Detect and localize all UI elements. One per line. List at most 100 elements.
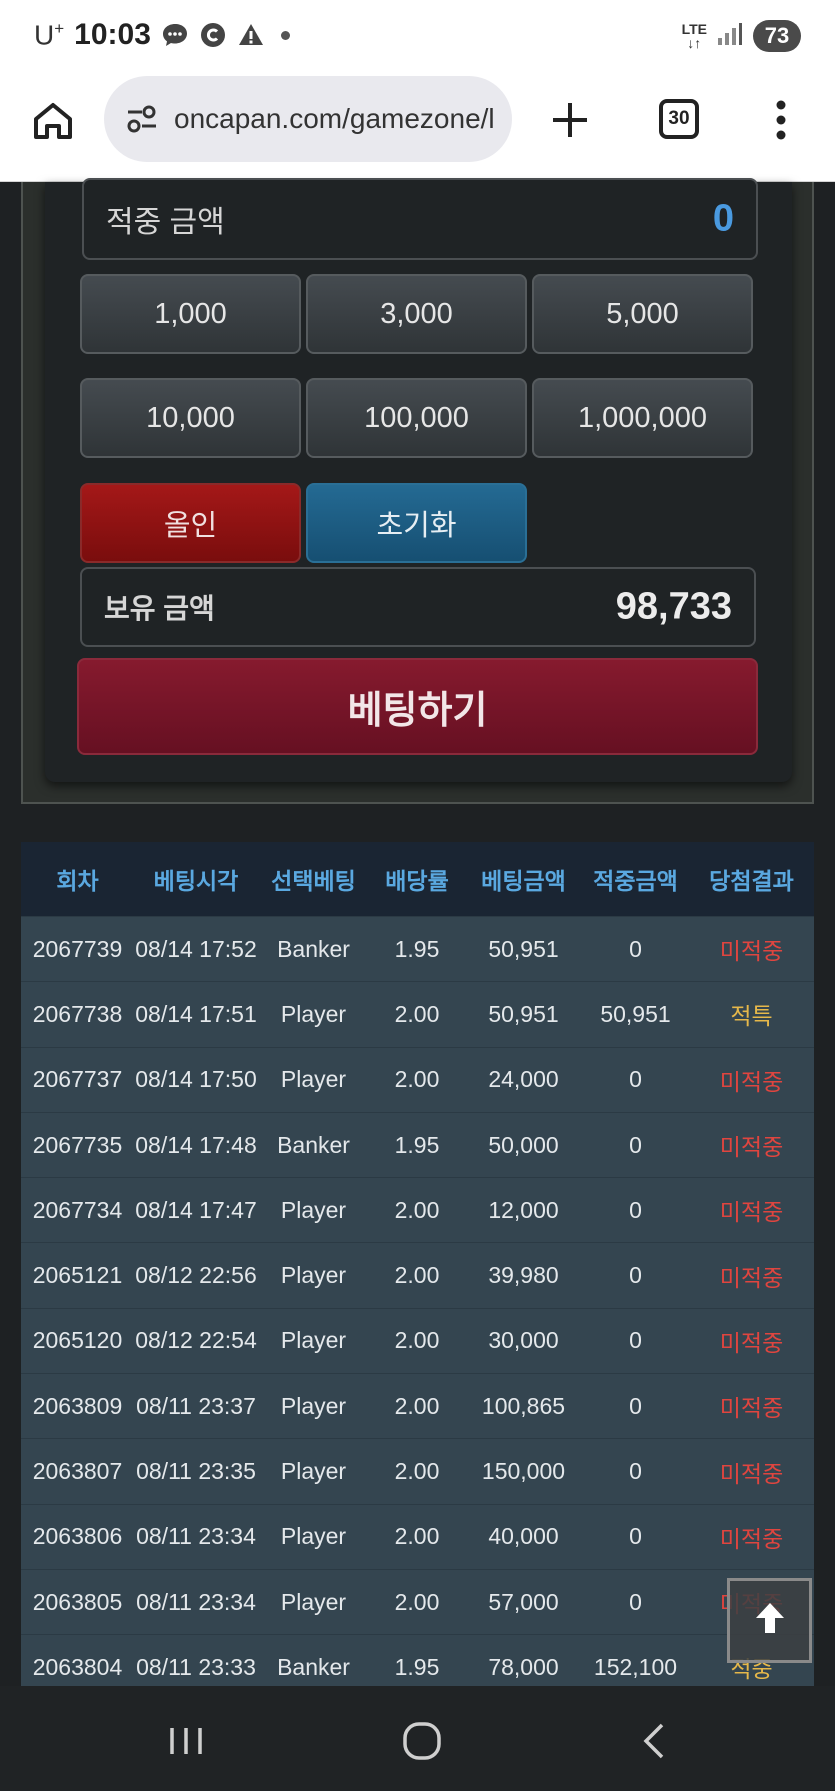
- scroll-to-top-button[interactable]: [727, 1578, 812, 1663]
- cell-result: 미적중: [719, 1525, 784, 1552]
- cell-result: 미적중: [719, 938, 784, 965]
- cell-result: 미적중: [719, 1134, 784, 1161]
- cell-result: 적특: [730, 1003, 773, 1030]
- cell-bet-amount: 50,000: [488, 1131, 559, 1158]
- cell-round: 2065121: [32, 1262, 123, 1289]
- cell-bet-time: 08/11 23:33: [136, 1653, 256, 1680]
- cell-bet-amount: 78,000: [488, 1653, 559, 1680]
- recents-icon[interactable]: [162, 1716, 212, 1766]
- amount-button-1000[interactable]: 1,000: [80, 274, 301, 354]
- cell-bet-amount: 50,951: [488, 935, 559, 962]
- cell-bet-time: 08/14 17:52: [135, 935, 257, 962]
- battery-indicator: 73: [753, 20, 801, 52]
- header-result: 당첨결과: [709, 868, 794, 894]
- cell-selection: Banker: [277, 1131, 350, 1158]
- signal-icon: [717, 22, 743, 51]
- win-amount-label: 적중 금액: [106, 206, 225, 239]
- home-circle-icon[interactable]: [397, 1716, 447, 1766]
- home-icon[interactable]: [30, 98, 76, 144]
- cell-selection: Player: [280, 1262, 347, 1289]
- system-nav-bar: [0, 1686, 835, 1791]
- status-bar: U+ 10:03 LTE ↓↑ 73: [0, 0, 835, 72]
- carrier-text: U: [34, 19, 55, 51]
- table-row: 2063807 08/11 23:35 Player 2.00 150,000 0 미적중: [21, 1438, 814, 1504]
- table-row: 206380508/11 23:34Player2.0057,0000미적중: [21, 1568, 814, 1635]
- cell-bet-time: 08/11 23:34: [136, 1523, 256, 1550]
- cell-result: 미적중: [719, 1329, 784, 1356]
- cell-odds: 2.00: [394, 1262, 440, 1289]
- table-body: 2067739 08/14 17:52 Banker 1.95 50,951 0 미적중 20…: [21, 916, 814, 1686]
- cell-odds: 1.95: [394, 1653, 440, 1680]
- header-odds: 배당률: [385, 868, 449, 894]
- amount-button-5000[interactable]: 5,000: [532, 274, 753, 354]
- amount-button-100000[interactable]: 100,000: [306, 378, 527, 458]
- header-round: 회차: [56, 868, 99, 894]
- cell-win-amount: 0: [629, 1066, 642, 1093]
- cell-round: 2067738: [32, 1000, 123, 1027]
- warning-icon: [237, 21, 265, 49]
- amount-button-1000000[interactable]: 1,000,000: [532, 378, 753, 458]
- table-row: 2065120 08/12 22:54 Player 2.00 30,000 0 미적중: [21, 1307, 814, 1374]
- table-row: 2067739 08/14 17:52 Banker 1.95 50,951 0 미적중: [21, 916, 814, 982]
- cell-selection: Player: [280, 1000, 347, 1027]
- amount-button-10000[interactable]: 10,000: [80, 378, 301, 458]
- cell-bet-time: 08/11 23:35: [136, 1458, 256, 1485]
- table-row: 2063809 08/11 23:37 Player 2.00 100,865 0 미적중: [21, 1373, 814, 1439]
- back-icon[interactable]: [630, 1716, 680, 1766]
- cell-odds: 2.00: [394, 1392, 440, 1419]
- address-bar[interactable]: oncapan.com/gamezone/l: [104, 76, 512, 162]
- cell-round: 2065120: [32, 1327, 123, 1354]
- table-row: 2067737 08/14 17:50 Player 2.00 24,000 0 미적중: [21, 1046, 814, 1112]
- allin-button[interactable]: 올인: [80, 483, 301, 563]
- cell-odds: 2.00: [394, 1327, 440, 1354]
- cell-result: 미적중: [719, 1395, 784, 1422]
- cell-round: 2067734: [32, 1196, 123, 1223]
- more-vert-icon[interactable]: [773, 98, 789, 142]
- cell-bet-time: 08/14 17:50: [135, 1066, 257, 1093]
- amount-button-3000[interactable]: 3,000: [306, 274, 527, 354]
- cell-bet-amount: 24,000: [488, 1066, 559, 1093]
- table-row: 2067734 08/14 17:47 Player 2.00 12,000 0 미적중: [21, 1177, 814, 1243]
- cell-bet-time: 08/12 22:54: [135, 1327, 257, 1354]
- cell-selection: Player: [280, 1588, 347, 1615]
- cell-selection: Player: [280, 1458, 347, 1485]
- cell-win-amount: 50,951: [600, 1000, 671, 1027]
- cell-bet-amount: 57,000: [488, 1588, 559, 1615]
- bet-history-table: 회차 베팅시각 선택베팅 배당률 베팅금액 적중금액 당첨결과 2067739 0…: [21, 842, 814, 1686]
- header-bet-time: 베팅시각: [153, 868, 239, 894]
- cell-win-amount: 0: [629, 1327, 642, 1354]
- carrier-sup: +: [54, 18, 65, 38]
- cell-bet-time: 08/14 17:47: [135, 1196, 257, 1223]
- carrier-label: U+: [34, 19, 64, 51]
- table-row: 2063804 08/11 23:33 Banker 1.95 78,000 152,10…: [21, 1634, 814, 1686]
- reset-button[interactable]: 초기화: [306, 483, 527, 563]
- cell-bet-amount: 40,000: [488, 1523, 559, 1550]
- table-header: 회차 베팅시각 선택베팅 배당률 베팅금액 적중금액 당첨결과: [21, 842, 814, 916]
- tab-switcher-icon[interactable]: 30: [659, 99, 699, 139]
- cell-win-amount: 0: [629, 1131, 642, 1158]
- c-badge-icon: [199, 21, 227, 49]
- cell-round: 2067737: [32, 1066, 123, 1093]
- cell-win-amount: 152,100: [593, 1653, 678, 1680]
- cell-bet-amount: 39,980: [488, 1262, 559, 1289]
- balance-label: 보유 금액: [104, 593, 215, 624]
- cell-result: 미적중: [719, 1199, 784, 1226]
- clock: 10:03: [74, 18, 151, 51]
- cell-result: 미적중: [719, 1460, 784, 1487]
- cell-win-amount: 0: [629, 1523, 642, 1550]
- cell-bet-amount: 30,000: [488, 1327, 559, 1354]
- place-bet-button[interactable]: 베팅하기: [77, 658, 758, 755]
- tab-count: 30: [668, 108, 690, 129]
- header-win-amount: 적중금액: [593, 868, 678, 894]
- cell-odds: 2.00: [394, 1066, 440, 1093]
- cell-odds: 2.00: [394, 1588, 440, 1615]
- site-settings-icon[interactable]: [122, 99, 162, 139]
- cell-odds: 2.00: [394, 1000, 440, 1027]
- browser-toolbar: oncapan.com/gamezone/l 30: [0, 72, 835, 182]
- plus-icon[interactable]: [548, 98, 592, 142]
- cell-round: 2063804: [32, 1653, 123, 1680]
- table-row: 2067735 08/14 17:48 Banker 1.95 50,000 0 미적중: [21, 1111, 814, 1178]
- cell-selection: Player: [280, 1196, 347, 1223]
- cell-selection: Player: [280, 1523, 347, 1550]
- cell-win-amount: 0: [629, 1392, 642, 1419]
